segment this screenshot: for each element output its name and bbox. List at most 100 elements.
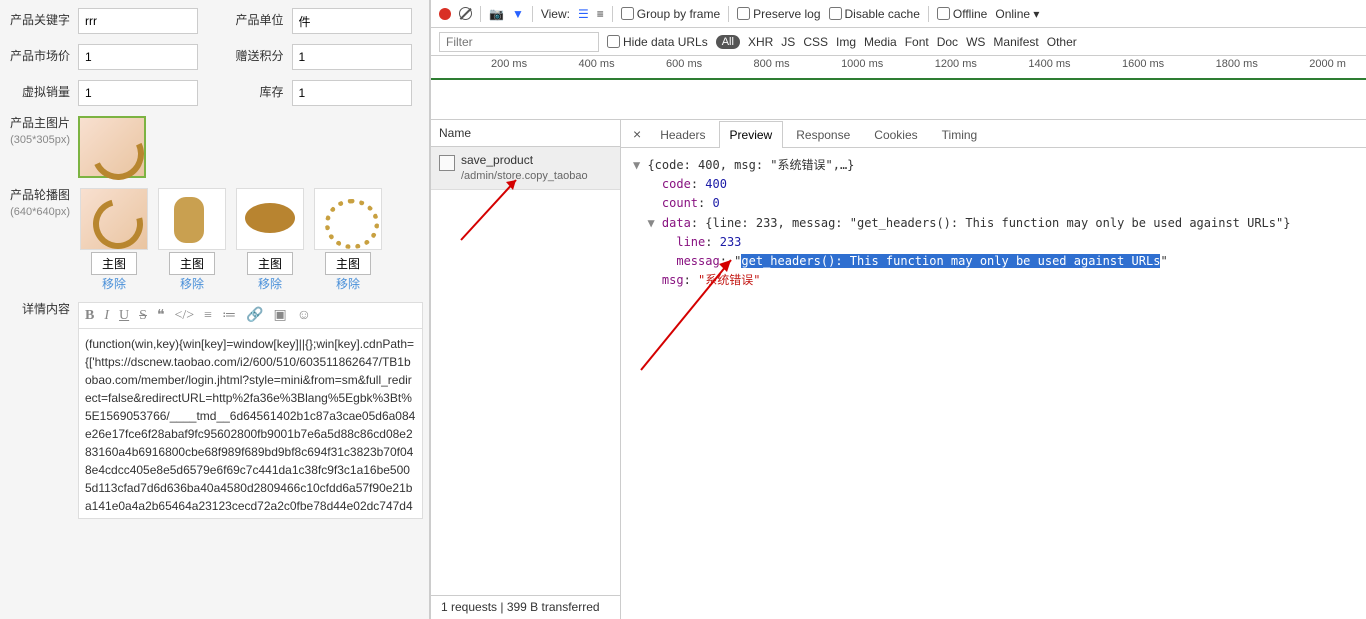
timeline-bar [431,78,1366,80]
carousel-thumb[interactable] [236,188,304,250]
hide-data-urls-checkbox[interactable]: Hide data URLs [607,35,708,49]
italic-icon[interactable]: I [104,308,109,324]
filter-bar: Hide data URLs All XHR JS CSS Img Media … [431,28,1366,56]
set-main-button[interactable]: 主图 [325,252,371,275]
filter-type-ws[interactable]: WS [966,35,985,49]
set-main-button[interactable]: 主图 [247,252,293,275]
request-path: /admin/store.copy_taobao [461,169,588,183]
tab-response[interactable]: Response [785,121,861,148]
tab-cookies[interactable]: Cookies [863,121,928,148]
carousel-thumb[interactable] [158,188,226,250]
stock-input[interactable] [292,80,412,106]
filter-type-media[interactable]: Media [864,35,897,49]
stock-label: 库存 [220,85,284,101]
virtual-sales-input[interactable] [78,80,198,106]
set-main-button[interactable]: 主图 [91,252,137,275]
expand-icon[interactable]: ▼ [647,216,661,230]
list-view-icon[interactable]: ☰ [578,7,589,21]
carousel-thumb[interactable] [80,188,148,250]
filter-type-img[interactable]: Img [836,35,856,49]
remove-link[interactable]: 移除 [102,275,126,292]
unit-input[interactable] [292,8,412,34]
carousel-thumb[interactable] [314,188,382,250]
camera-icon[interactable]: 📷 [489,7,504,21]
requests-status: 1 requests | 399 B transferred [431,595,620,619]
remove-link[interactable]: 移除 [336,275,360,292]
close-detail-icon[interactable]: × [627,122,647,146]
virtual-sales-label: 虚拟销量 [6,85,70,101]
filter-type-all[interactable]: All [716,35,740,49]
timeline-tick: 200 ms [491,58,527,70]
divider [728,6,729,22]
large-view-icon[interactable]: ≡ [597,7,604,21]
set-main-button[interactable]: 主图 [169,252,215,275]
filter-type-manifest[interactable]: Manifest [993,35,1038,49]
timeline-overview[interactable]: 200 ms 400 ms 600 ms 800 ms 1000 ms 1200… [431,56,1366,120]
record-icon[interactable] [439,8,451,20]
disable-cache-checkbox[interactable]: Disable cache [829,7,920,21]
ul-icon[interactable]: ≔ [222,307,236,324]
detail-pane: × Headers Preview Response Cookies Timin… [621,120,1366,619]
request-row[interactable]: save_product /admin/store.copy_taobao [431,147,620,190]
throttling-select[interactable]: Online ▾ [995,7,1039,21]
divider [612,6,613,22]
remove-link[interactable]: 移除 [258,275,282,292]
filter-type-xhr[interactable]: XHR [748,35,773,49]
timeline-tick: 1200 ms [935,58,977,70]
devtools-panel: 📷 ▼ View: ☰ ≡ Group by frame Preserve lo… [430,0,1366,619]
requests-pane: Name save_product /admin/store.copy_taob… [431,120,621,619]
expand-icon[interactable]: ▼ [633,158,647,172]
ol-icon[interactable]: ≡ [204,308,212,324]
image-icon[interactable]: ▣ [274,307,287,324]
filter-icon[interactable]: ▼ [512,7,524,21]
preserve-log-checkbox[interactable]: Preserve log [737,7,820,21]
clear-icon[interactable] [459,7,472,20]
carousel-list: 主图 移除 主图 移除 主图 移除 主图 移除 [78,188,384,292]
devtools-toolbar: 📷 ▼ View: ☰ ≡ Group by frame Preserve lo… [431,0,1366,28]
group-by-frame-checkbox[interactable]: Group by frame [621,7,720,21]
emoji-icon[interactable]: ☺ [297,308,311,324]
market-price-input[interactable] [78,44,198,70]
filter-type-doc[interactable]: Doc [937,35,958,49]
carousel-item: 主图 移除 [234,188,306,292]
tab-preview[interactable]: Preview [719,121,784,148]
editor-textarea[interactable]: (function(win,key){win[key]=window[key]|… [78,329,423,519]
link-icon[interactable]: 🔗 [246,307,263,324]
detail-content-label: 详情内容 [6,302,70,318]
filter-type-css[interactable]: CSS [803,35,828,49]
view-label: View: [541,7,570,21]
timeline-tick: 800 ms [754,58,790,70]
strike-icon[interactable]: S [139,308,147,324]
carousel-label: 产品轮播图 (640*640px) [6,188,70,219]
script-file-icon [439,155,455,171]
tab-timing[interactable]: Timing [931,121,989,148]
gift-points-input[interactable] [292,44,412,70]
code-icon[interactable]: </> [174,308,194,324]
timeline-tick: 2000 m [1309,58,1346,70]
tab-headers[interactable]: Headers [649,121,716,148]
filter-type-js[interactable]: JS [781,35,795,49]
unit-label: 产品单位 [220,13,284,29]
name-column-header[interactable]: Name [431,120,620,147]
quote-icon[interactable]: ❝ [157,307,165,324]
gift-points-label: 赠送积分 [220,49,284,65]
remove-link[interactable]: 移除 [180,275,204,292]
bold-icon[interactable]: B [85,308,94,324]
divider [532,6,533,22]
selected-text: get_headers(): This function may only be… [741,254,1160,268]
json-preview[interactable]: ▼ {code: 400, msg: "系统错误",…} code: 400 c… [621,148,1366,298]
timeline-tick: 1600 ms [1122,58,1164,70]
main-image-thumb[interactable] [78,116,146,178]
underline-icon[interactable]: U [119,308,129,324]
detail-tabs: × Headers Preview Response Cookies Timin… [621,120,1366,148]
filter-type-font[interactable]: Font [905,35,929,49]
divider [480,6,481,22]
keyword-input[interactable] [78,8,198,34]
request-name: save_product [461,153,588,169]
offline-checkbox[interactable]: Offline [937,7,987,21]
filter-input[interactable] [439,32,599,52]
filter-type-other[interactable]: Other [1047,35,1077,49]
divider [928,6,929,22]
timeline-tick: 400 ms [579,58,615,70]
timeline-tick: 1800 ms [1216,58,1258,70]
